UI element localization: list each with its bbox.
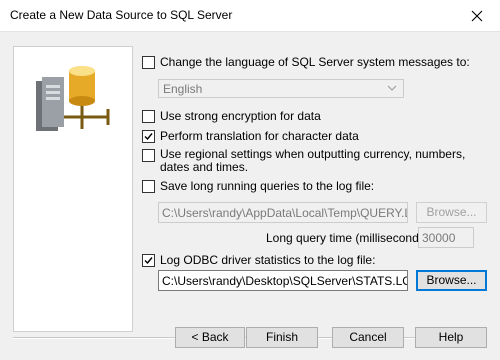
finish-button[interactable]: Finish bbox=[246, 327, 318, 348]
perform-translation-label: Perform translation for character data bbox=[160, 129, 359, 143]
stats-log-browse-button[interactable]: Browse... bbox=[416, 270, 487, 291]
log-odbc-stats-row[interactable]: Log ODBC driver statistics to the log fi… bbox=[142, 253, 375, 267]
change-language-label: Change the language of SQL Server system… bbox=[160, 55, 470, 69]
language-select: English bbox=[158, 79, 404, 98]
cancel-button[interactable]: Cancel bbox=[332, 327, 404, 348]
language-value: English bbox=[163, 82, 203, 96]
chevron-down-icon bbox=[387, 85, 397, 91]
perform-translation-checkbox[interactable] bbox=[142, 130, 155, 143]
strong-encryption-checkbox[interactable] bbox=[142, 110, 155, 123]
query-log-path-input: C:\Users\randy\AppData\Local\Temp\QUERY.… bbox=[158, 202, 408, 223]
illustration-panel bbox=[13, 46, 133, 332]
close-button[interactable] bbox=[454, 0, 500, 31]
long-query-time-input: 30000 bbox=[418, 227, 474, 248]
check-icon bbox=[144, 133, 153, 141]
log-odbc-stats-label: Log ODBC driver statistics to the log fi… bbox=[160, 253, 376, 267]
check-icon bbox=[144, 257, 153, 265]
database-server-icon bbox=[36, 66, 110, 131]
dialog-body: Change the language of SQL Server system… bbox=[0, 31, 500, 360]
perform-translation-row[interactable]: Perform translation for character data bbox=[142, 129, 359, 143]
save-long-queries-row[interactable]: Save long running queries to the log fil… bbox=[142, 179, 374, 193]
strong-encryption-label: Use strong encryption for data bbox=[160, 109, 321, 123]
change-language-row[interactable]: Change the language of SQL Server system… bbox=[142, 55, 470, 69]
title-bar: Create a New Data Source to SQL Server bbox=[0, 0, 500, 31]
back-button[interactable]: < Back bbox=[175, 327, 245, 348]
save-long-queries-label: Save long running queries to the log fil… bbox=[160, 179, 375, 193]
log-odbc-stats-checkbox[interactable] bbox=[142, 254, 155, 267]
window-title: Create a New Data Source to SQL Server bbox=[10, 8, 233, 22]
stats-log-path-input[interactable]: C:\Users\randy\Desktop\SQLServer\STATS.L… bbox=[158, 270, 408, 291]
strong-encryption-row[interactable]: Use strong encryption for data bbox=[142, 109, 321, 123]
regional-settings-checkbox[interactable] bbox=[142, 149, 155, 162]
query-log-browse-button: Browse... bbox=[416, 202, 487, 223]
long-query-time-label: Long query time (milliseconds): bbox=[266, 231, 433, 245]
regional-settings-label: Use regional settings when outputting cu… bbox=[160, 147, 466, 174]
save-long-queries-checkbox[interactable] bbox=[142, 180, 155, 193]
change-language-checkbox[interactable] bbox=[142, 56, 155, 69]
help-button[interactable]: Help bbox=[415, 327, 487, 348]
close-icon bbox=[471, 10, 483, 21]
regional-settings-row[interactable]: Use regional settings when outputting cu… bbox=[142, 148, 490, 174]
